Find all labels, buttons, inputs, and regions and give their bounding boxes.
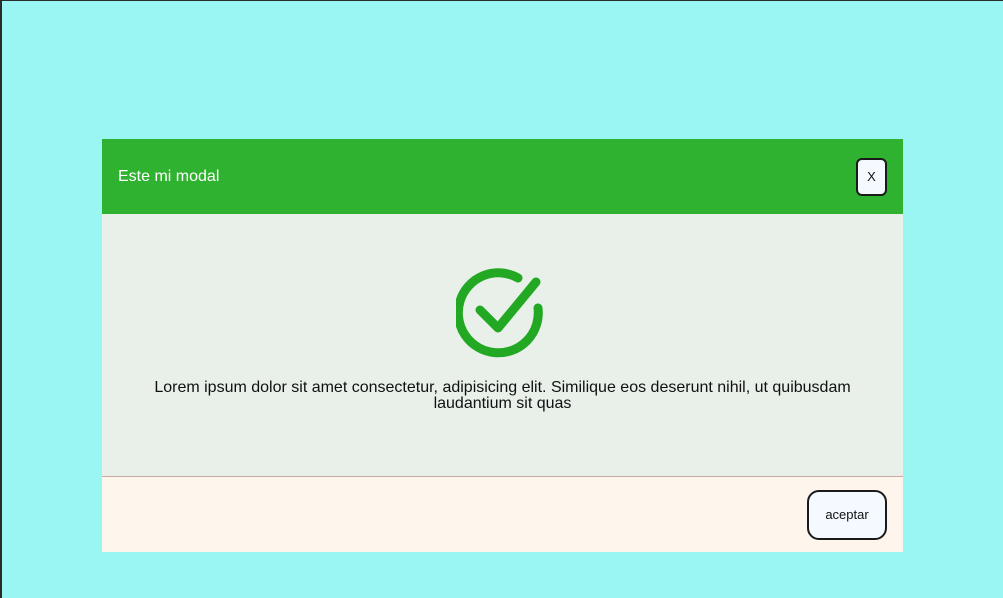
modal-header: Este mi modal X bbox=[102, 139, 903, 214]
modal-message: Lorem ipsum dolor sit amet consectetur, … bbox=[154, 379, 851, 412]
modal-footer: aceptar bbox=[102, 477, 903, 552]
check-circle-icon bbox=[455, 268, 543, 358]
window-left-border bbox=[0, 0, 2, 598]
close-button[interactable]: X bbox=[856, 157, 887, 196]
modal-title: Este mi modal bbox=[118, 167, 220, 185]
window-top-border bbox=[0, 0, 1003, 1]
accept-button[interactable]: aceptar bbox=[807, 489, 887, 540]
modal-body: Lorem ipsum dolor sit amet consectetur, … bbox=[102, 214, 903, 477]
modal-dialog: Este mi modal X Lorem ipsum dolor sit am… bbox=[102, 139, 903, 552]
